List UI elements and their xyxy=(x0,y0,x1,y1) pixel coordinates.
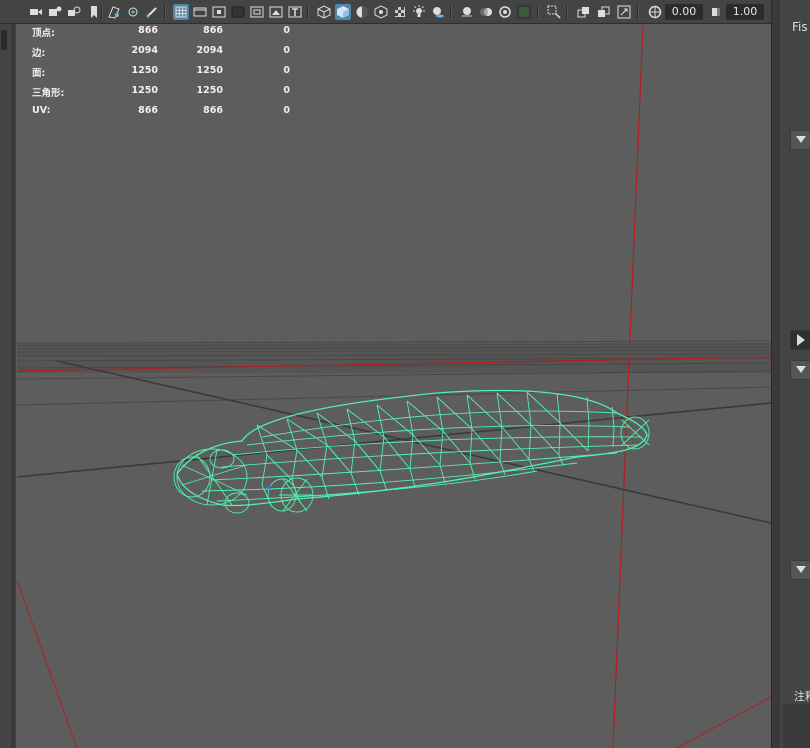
shadows-icon[interactable] xyxy=(430,4,446,20)
safe-title-icon[interactable] xyxy=(287,4,303,20)
resolution-gate-icon[interactable] xyxy=(211,4,227,20)
wireframe-model xyxy=(173,389,650,514)
ambient-occlusion-icon[interactable] xyxy=(459,4,475,20)
grid-icon[interactable] xyxy=(173,4,189,20)
expand-arrow-button[interactable] xyxy=(790,330,810,350)
textured-icon[interactable] xyxy=(392,4,408,20)
toolbar-separator xyxy=(637,5,639,19)
axis-line-right xyxy=(676,696,771,748)
film-gate-icon[interactable] xyxy=(192,4,208,20)
toolbar-separator xyxy=(164,5,166,19)
hud-value: 1250 xyxy=(196,65,223,76)
toolbar-separator xyxy=(537,5,539,19)
anti-alias-icon[interactable] xyxy=(497,4,513,20)
poly-count-hud: 顶点: 866 866 0 边: 2094 2094 0 面: 1250 125… xyxy=(32,25,292,125)
hud-value: 1250 xyxy=(131,85,158,96)
safe-action-icon[interactable] xyxy=(268,4,284,20)
camera-icon[interactable] xyxy=(28,4,44,20)
triangle-down-icon xyxy=(796,366,806,373)
hud-row-triangles: 三角形: 1250 1250 0 xyxy=(32,85,292,105)
hud-value: 866 xyxy=(203,25,223,36)
toolbar-separator xyxy=(450,5,452,19)
backface-icon[interactable] xyxy=(616,4,632,20)
isolate-icon[interactable] xyxy=(546,4,562,20)
panel-handle[interactable] xyxy=(1,30,7,50)
z-axis-line xyxy=(612,25,644,748)
panel-tab-label[interactable]: Fis xyxy=(792,20,808,34)
lighting-icon[interactable] xyxy=(411,4,427,20)
hud-value: 0 xyxy=(283,25,290,36)
grid-axis-2 xyxy=(56,360,771,524)
hud-row-vertices: 顶点: 866 866 0 xyxy=(32,25,292,45)
hud-value: 1250 xyxy=(131,65,158,76)
wireframe-icon[interactable] xyxy=(316,4,332,20)
panel-splitter[interactable] xyxy=(771,0,780,748)
hud-label: UV: xyxy=(32,105,51,116)
toolbar-separator xyxy=(101,5,103,19)
hud-row-uvs: UV: 866 866 0 xyxy=(32,105,292,125)
hud-label: 三角形: xyxy=(32,88,65,99)
pivot-marker xyxy=(267,485,271,489)
gamma-icon[interactable] xyxy=(708,4,724,20)
triangle-down-icon xyxy=(796,566,806,573)
image-plane-icon[interactable] xyxy=(106,4,122,20)
hud-label: 边: xyxy=(32,48,46,59)
axis-line-left xyxy=(17,579,78,748)
collapse-arrow-button[interactable] xyxy=(790,560,810,580)
hud-value: 866 xyxy=(138,105,158,116)
hud-value: 2094 xyxy=(131,45,158,56)
motion-blur-icon[interactable] xyxy=(478,4,494,20)
exposure-field[interactable]: 0.00 xyxy=(665,4,703,20)
hud-value: 1250 xyxy=(196,85,223,96)
field-chart-icon[interactable] xyxy=(249,4,265,20)
hud-value: 2094 xyxy=(196,45,223,56)
hud-row-edges: 边: 2094 2094 0 xyxy=(32,45,292,65)
camera-attr-icon[interactable] xyxy=(47,4,63,20)
left-scrollbar[interactable] xyxy=(11,24,15,748)
gamma-field[interactable]: 1.00 xyxy=(726,4,764,20)
3d-viewport[interactable]: 顶点: 866 866 0 边: 2094 2094 0 面: 1250 125… xyxy=(17,25,771,748)
hud-value: 0 xyxy=(283,65,290,76)
xray-joint-icon[interactable] xyxy=(373,4,389,20)
xray-icon[interactable] xyxy=(576,4,592,20)
scene-canvas xyxy=(17,25,771,748)
hud-value: 866 xyxy=(203,105,223,116)
hud-label: 面: xyxy=(32,68,46,79)
xray-active-icon[interactable] xyxy=(596,4,612,20)
notes-label: 注释 xyxy=(794,690,810,703)
grease-pencil-icon[interactable] xyxy=(125,4,141,20)
exposure-icon[interactable] xyxy=(647,4,663,20)
left-panel-strip xyxy=(0,24,16,748)
depth-of-field-icon[interactable] xyxy=(516,4,532,20)
hud-row-faces: 面: 1250 1250 0 xyxy=(32,65,292,85)
toolbar-separator xyxy=(566,5,568,19)
hud-value: 0 xyxy=(283,85,290,96)
triangle-down-icon xyxy=(796,136,806,143)
toolbar-separator xyxy=(307,5,309,19)
hud-value: 0 xyxy=(283,45,290,56)
notes-field[interactable] xyxy=(783,704,810,748)
default-material-icon[interactable] xyxy=(354,4,370,20)
bookmark-camera-icon[interactable] xyxy=(66,4,82,20)
viewport-toolbar: 0.00 1.00 xyxy=(0,0,772,24)
gate-mask-icon[interactable] xyxy=(230,4,246,20)
right-side-panel: Fis 注释 xyxy=(780,0,810,748)
grid-axis-1 xyxy=(17,402,771,478)
tool-icon[interactable] xyxy=(144,4,160,20)
bookmark-icon[interactable] xyxy=(86,4,102,20)
hud-value: 866 xyxy=(138,25,158,36)
hud-value: 0 xyxy=(283,105,290,116)
smooth-shade-icon[interactable] xyxy=(335,4,351,20)
hud-label: 顶点: xyxy=(32,28,55,39)
collapse-arrow-button[interactable] xyxy=(790,360,810,380)
collapse-arrow-button[interactable] xyxy=(790,130,810,150)
triangle-right-icon xyxy=(797,334,805,346)
